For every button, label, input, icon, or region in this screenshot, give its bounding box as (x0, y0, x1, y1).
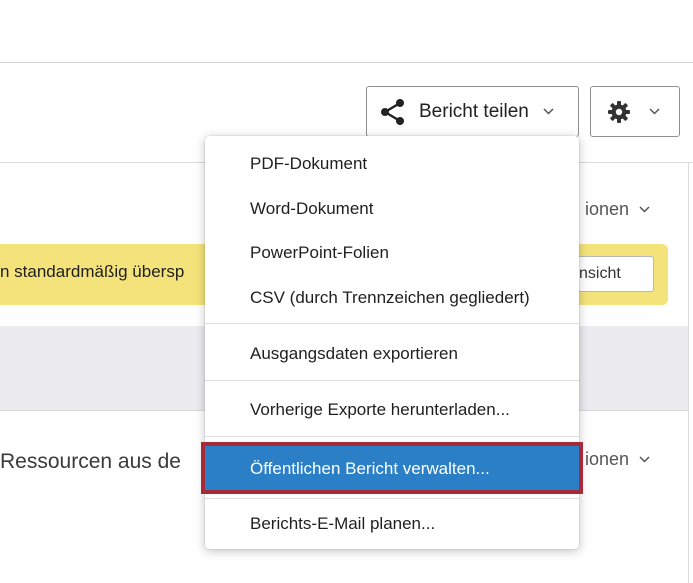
menu-separator (205, 436, 579, 437)
section-title: Ressourcen aus de (0, 450, 181, 473)
menu-separator (205, 323, 579, 324)
share-report-button[interactable]: Bericht teilen (366, 86, 579, 137)
menu-item-manage-public-report[interactable]: Öffentlichen Bericht verwalten... (201, 442, 583, 494)
options-label: ionen (585, 199, 630, 219)
settings-button[interactable] (590, 86, 680, 137)
share-report-label: Bericht teilen (419, 100, 529, 122)
chevron-down-icon (639, 206, 650, 213)
chevron-down-icon (649, 108, 660, 115)
menu-separator (205, 380, 579, 381)
options-label: ionen (585, 449, 630, 469)
menu-item-download-previous-exports[interactable]: Vorherige Exporte herunterladen... (205, 388, 579, 432)
panel-border (688, 162, 689, 583)
chevron-down-icon (639, 456, 650, 463)
gear-icon (608, 100, 630, 123)
share-icon (381, 98, 404, 125)
menu-item-powerpoint[interactable]: PowerPoint-Folien (205, 231, 579, 275)
menu-item-export-raw-data[interactable]: Ausgangsdaten exportieren (205, 332, 579, 376)
options-dropdown[interactable]: ionen (585, 449, 650, 470)
menu-item-pdf[interactable]: PDF-Dokument (205, 142, 579, 186)
menu-item-schedule-report-email[interactable]: Berichts-E-Mail planen... (205, 502, 579, 546)
chevron-down-icon (543, 108, 554, 115)
menu-item-csv[interactable]: CSV (durch Trennzeichen gegliedert) (205, 276, 579, 320)
share-menu: PDF-Dokument Word-Dokument PowerPoint-Fo… (201, 136, 583, 549)
menu-item-word[interactable]: Word-Dokument (205, 187, 579, 231)
report-page: Bericht teilen ionen n standardmäßig übe… (0, 0, 693, 583)
notice-text: n standardmäßig übersp (0, 262, 185, 281)
header-divider (0, 62, 693, 63)
options-dropdown[interactable]: ionen (585, 199, 650, 220)
menu-separator (205, 498, 579, 499)
